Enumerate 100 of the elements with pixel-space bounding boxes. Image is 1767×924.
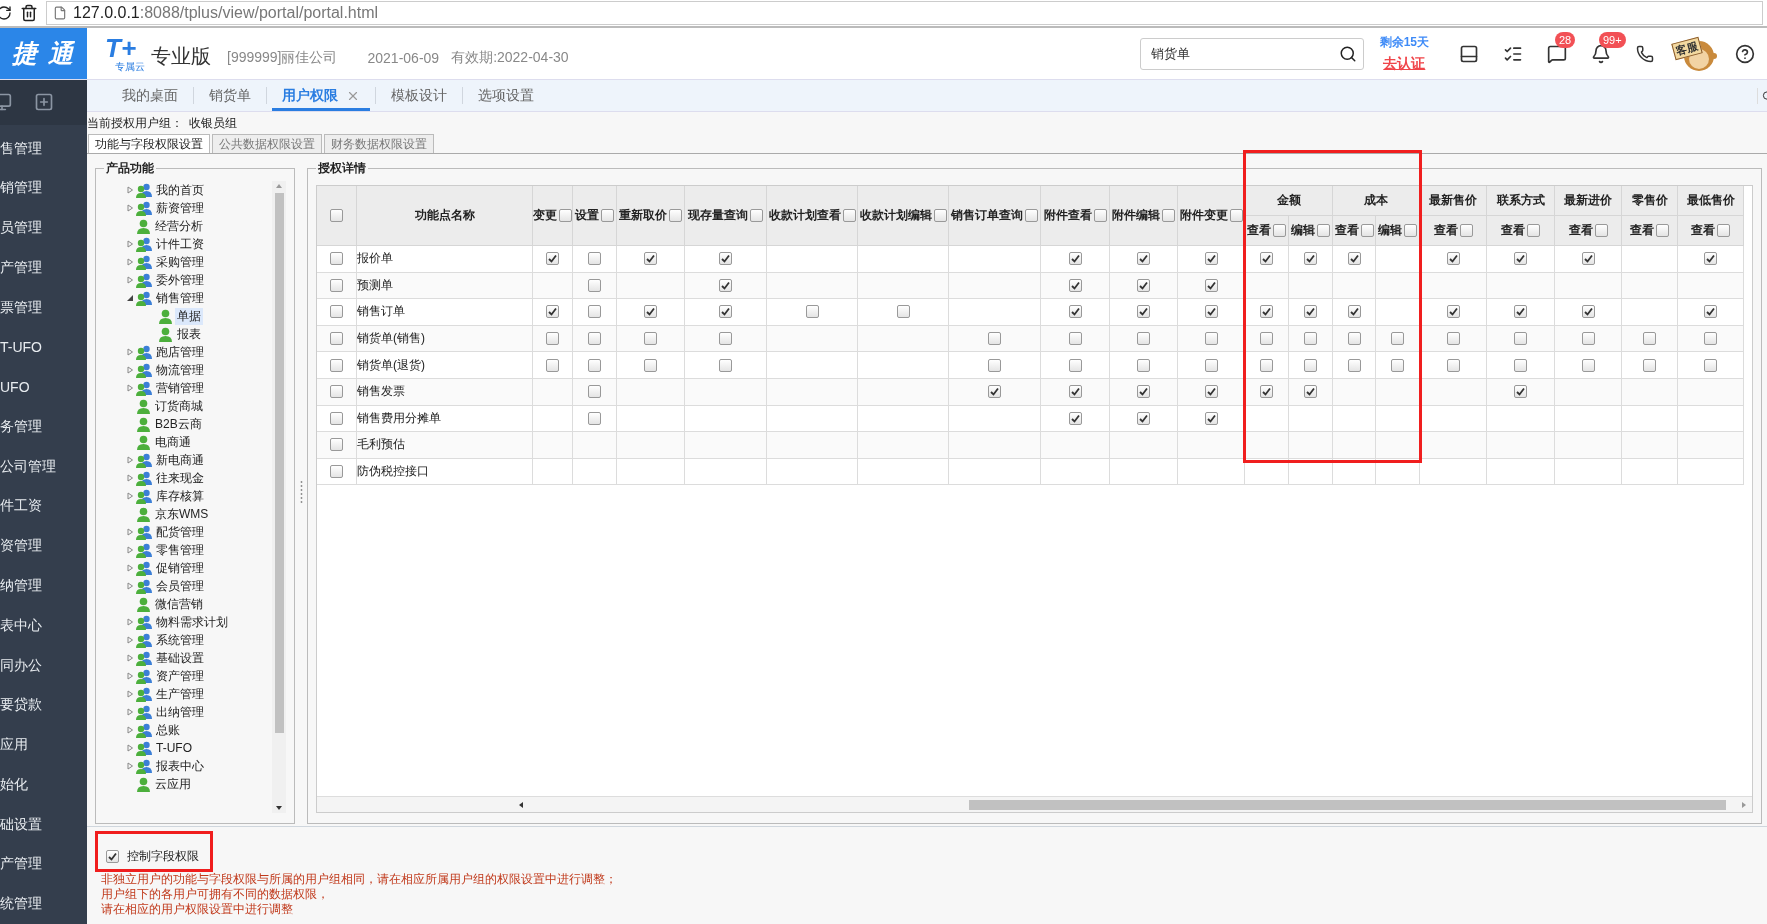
search-icon[interactable] <box>1338 44 1357 63</box>
checkbox[interactable] <box>1260 358 1273 372</box>
checkbox[interactable] <box>1260 252 1273 266</box>
checkbox[interactable] <box>330 209 343 222</box>
checkbox[interactable] <box>1304 332 1317 346</box>
checkbox[interactable] <box>1068 332 1082 346</box>
sidebar-item[interactable]: 件工资 <box>0 486 87 527</box>
checkbox[interactable] <box>1446 252 1460 266</box>
checkbox[interactable] <box>896 305 910 319</box>
checkbox[interactable] <box>1643 332 1656 346</box>
tree-item[interactable]: 促销管理 <box>154 559 206 577</box>
checkbox[interactable] <box>330 358 343 372</box>
expander-icon[interactable] <box>126 294 134 302</box>
checkbox[interactable] <box>601 209 614 222</box>
tab[interactable]: 销货单 <box>199 80 261 111</box>
tab[interactable]: 用户权限 <box>272 80 370 111</box>
sidebar-item[interactable]: 要贷款 <box>0 685 87 726</box>
tree-item[interactable]: 物料需求计划 <box>154 613 230 631</box>
checkbox[interactable] <box>1260 385 1273 399</box>
checkbox[interactable] <box>1137 332 1150 346</box>
checkbox[interactable] <box>1273 224 1286 237</box>
checkbox[interactable] <box>1137 411 1150 425</box>
checkbox[interactable] <box>1137 252 1150 266</box>
checkbox[interactable] <box>1137 305 1150 319</box>
checkbox[interactable] <box>1347 305 1361 319</box>
checkbox[interactable] <box>1137 358 1150 372</box>
checkbox[interactable] <box>1229 209 1243 222</box>
checkbox[interactable] <box>1068 358 1082 372</box>
sidebar-item[interactable]: UFO <box>0 367 87 408</box>
checkbox[interactable] <box>1068 278 1082 292</box>
scroll-right-icon[interactable] <box>1740 800 1748 809</box>
search-field[interactable]: 销货单 <box>1139 37 1364 70</box>
checkbox[interactable] <box>719 305 732 319</box>
checkbox[interactable] <box>1514 252 1527 266</box>
checkbox[interactable] <box>546 358 559 372</box>
scroll-left-icon[interactable] <box>517 800 525 809</box>
tree-item[interactable]: 经营分析 <box>153 217 205 235</box>
sidebar-item[interactable]: T-UFO <box>0 327 87 368</box>
url-field[interactable]: 127.0.0.1:8088/tplus/view/portal/portal.html <box>46 1 1763 25</box>
tree-item[interactable]: 单据 <box>175 307 203 325</box>
checkbox[interactable] <box>588 358 601 372</box>
checkbox[interactable] <box>588 278 601 292</box>
tab[interactable]: 财务数据权限设置 <box>324 134 434 153</box>
tree-item[interactable]: 薪资管理 <box>154 199 206 217</box>
tree-item[interactable]: 生产管理 <box>154 685 206 703</box>
tree-item[interactable]: 微信营销 <box>153 595 205 613</box>
checkbox[interactable] <box>1514 385 1527 399</box>
tab[interactable]: 功能与字段权限设置 <box>88 134 210 153</box>
checkbox[interactable] <box>1360 224 1374 237</box>
checkbox[interactable] <box>546 252 559 266</box>
add-icon[interactable] <box>34 92 54 113</box>
checkbox[interactable] <box>1304 252 1317 266</box>
checkbox[interactable] <box>1717 224 1730 237</box>
tab[interactable]: 我的桌面 <box>112 80 188 111</box>
sidebar-item[interactable]: 务管理 <box>0 407 87 447</box>
tree-item[interactable]: 我的首页 <box>154 181 206 199</box>
tree-item[interactable]: 系统管理 <box>154 631 206 649</box>
tree-item[interactable]: B2B云商 <box>153 415 204 433</box>
checkbox[interactable] <box>1068 385 1082 399</box>
sidebar-item[interactable]: 公司管理 <box>0 446 87 487</box>
checkbox[interactable] <box>1581 332 1595 346</box>
tree-item[interactable]: 订货商城 <box>153 397 205 415</box>
checkbox[interactable] <box>1446 358 1460 372</box>
checkbox[interactable] <box>330 438 343 452</box>
customer-service-button[interactable]: 客服 <box>1669 31 1721 76</box>
scrollbar[interactable] <box>317 796 1752 812</box>
checkbox[interactable] <box>330 411 343 425</box>
checkbox[interactable] <box>1514 358 1527 372</box>
checkbox[interactable] <box>1304 358 1317 372</box>
checkbox[interactable] <box>1304 305 1317 319</box>
sidebar-item[interactable]: 统管理 <box>0 884 87 924</box>
checkbox[interactable] <box>719 332 732 346</box>
checkbox[interactable] <box>1204 358 1218 372</box>
checkbox[interactable] <box>588 252 601 266</box>
tab[interactable]: 公共数据权限设置 <box>212 134 322 153</box>
checkbox[interactable] <box>330 332 343 346</box>
checkbox[interactable] <box>1391 358 1404 372</box>
checkbox[interactable] <box>1317 224 1330 237</box>
checkbox[interactable] <box>588 332 601 346</box>
sidebar-item[interactable]: 产管理 <box>0 248 87 288</box>
tree-item[interactable]: 云应用 <box>153 775 193 793</box>
sidebar-item[interactable]: 销管理 <box>0 168 87 209</box>
sidebar-item[interactable]: 础设置 <box>0 804 87 845</box>
checkbox[interactable] <box>719 358 732 372</box>
tree-item[interactable]: 资产管理 <box>154 667 206 685</box>
tree-item[interactable]: 报表 <box>175 325 203 343</box>
checkbox[interactable] <box>644 358 657 372</box>
sidebar-item[interactable]: 纳管理 <box>0 566 87 606</box>
checkbox[interactable] <box>1347 332 1361 346</box>
checkbox[interactable] <box>1068 305 1082 319</box>
checkbox[interactable] <box>1068 252 1082 266</box>
checkbox[interactable] <box>559 209 572 222</box>
scrollbar[interactable] <box>272 181 286 813</box>
tree-item[interactable]: 库存核算 <box>154 487 206 505</box>
checkbox[interactable] <box>1068 411 1082 425</box>
checkbox[interactable] <box>988 385 1001 399</box>
checkbox[interactable] <box>1260 332 1273 346</box>
trash-icon[interactable] <box>20 4 38 22</box>
checkbox[interactable] <box>842 209 856 222</box>
checkbox[interactable] <box>1204 278 1218 292</box>
